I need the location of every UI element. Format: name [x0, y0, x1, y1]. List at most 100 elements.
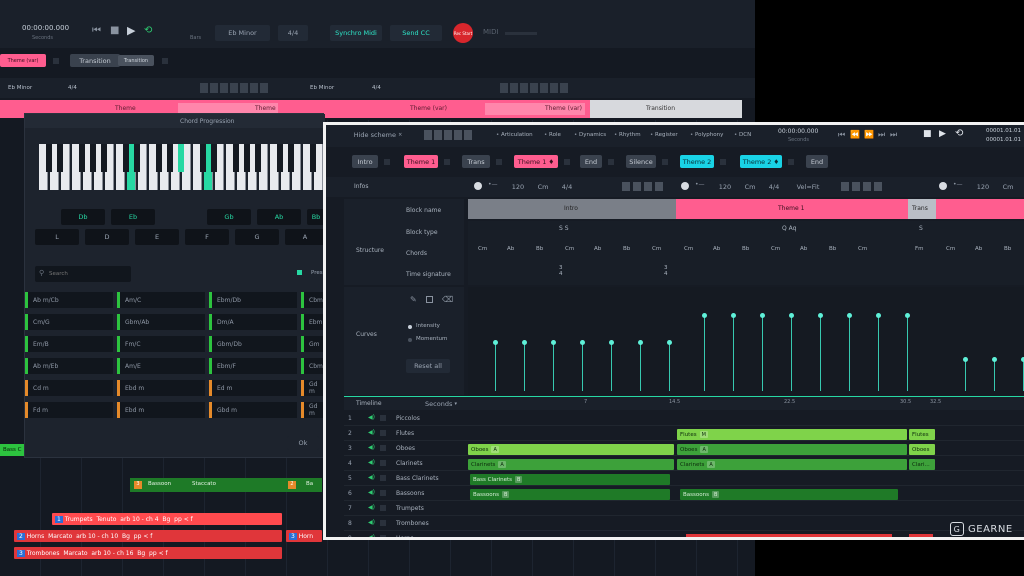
- chord-option[interactable]: Cm/G: [25, 314, 113, 330]
- chord-option[interactable]: Cbm: [301, 358, 325, 374]
- solo-toggle[interactable]: [380, 475, 386, 481]
- bg-tool-icons[interactable]: [200, 83, 270, 93]
- send-cc-button[interactable]: Send CC: [390, 25, 442, 41]
- bg-trumpets-clip[interactable]: 1 Trumpets Tenuto arb 10 - ch 4 Bg pp < …: [52, 513, 282, 525]
- chord-option[interactable]: Cbm: [301, 292, 325, 308]
- clip-oboes-trans[interactable]: Oboes: [909, 444, 935, 455]
- top-chord-eb[interactable]: Eb: [111, 209, 155, 225]
- bg-meter-1[interactable]: 4/4: [68, 85, 77, 91]
- chord-cell[interactable]: Ab: [713, 246, 720, 252]
- chord-option[interactable]: Gd m: [301, 380, 325, 396]
- menu-item[interactable]: • Register: [650, 132, 678, 138]
- param-tool-icons[interactable]: [622, 182, 666, 191]
- time-sig-2[interactable]: 3 4: [664, 265, 668, 277]
- chord-cell[interactable]: Cm: [478, 246, 487, 252]
- clip-clarinets-intro[interactable]: Clarinets A: [468, 459, 674, 470]
- chord-cell[interactable]: Bb: [536, 246, 543, 252]
- chord-option[interactable]: Fm/C: [117, 336, 205, 352]
- menu-item[interactable]: • Articulation: [496, 132, 533, 138]
- solo-toggle[interactable]: [380, 505, 386, 511]
- block-next[interactable]: [936, 199, 1024, 219]
- black-key[interactable]: [101, 144, 107, 172]
- solo-toggle[interactable]: [380, 535, 386, 537]
- clip-flutes-theme[interactable]: Flutes M: [677, 429, 907, 440]
- block-theme1[interactable]: Theme 1: [676, 199, 908, 219]
- tab-separator-handle[interactable]: [564, 159, 570, 165]
- black-key[interactable]: [200, 144, 206, 172]
- chord-option[interactable]: Ab m/Cb: [25, 292, 113, 308]
- speaker-icon[interactable]: ◀): [368, 505, 375, 511]
- solo-toggle[interactable]: [380, 430, 386, 436]
- chord-option[interactable]: Em/B: [25, 336, 113, 352]
- tab-separator-handle[interactable]: [720, 159, 726, 165]
- chord-option[interactable]: Gbd m: [209, 402, 297, 418]
- param-key[interactable]: Cm: [1001, 181, 1015, 192]
- reset-all-button[interactable]: Reset all: [406, 359, 450, 373]
- tab-separator-handle[interactable]: [788, 159, 794, 165]
- letter-d[interactable]: D: [85, 229, 129, 245]
- swing-icon[interactable]: •—: [953, 181, 963, 188]
- chord-cell[interactable]: Bb: [623, 246, 630, 252]
- bg-section-theme-var[interactable]: Theme (var): [410, 105, 447, 112]
- block-tab[interactable]: Intro: [352, 155, 378, 168]
- chord-search-input[interactable]: [49, 268, 127, 280]
- solo-toggle[interactable]: [380, 520, 386, 526]
- next-icon[interactable]: ⏭: [878, 130, 885, 140]
- param-key[interactable]: Cm: [536, 181, 550, 192]
- chord-option[interactable]: Gbm/Db: [209, 336, 297, 352]
- param-key[interactable]: Cm: [743, 181, 757, 192]
- intensity-point[interactable]: [876, 313, 881, 319]
- tab-separator-handle[interactable]: [496, 159, 502, 165]
- select-icon[interactable]: [426, 296, 433, 303]
- block-type-theme1[interactable]: Q Aq: [782, 225, 796, 232]
- skip-back-icon[interactable]: ⏮: [92, 25, 101, 36]
- block-tab[interactable]: End: [580, 155, 602, 168]
- speaker-icon[interactable]: ◀): [368, 490, 375, 496]
- dialog-ok-button[interactable]: Ok: [287, 436, 319, 450]
- chord-option[interactable]: Am/E: [117, 358, 205, 374]
- chord-cell[interactable]: Ab: [507, 246, 514, 252]
- chord-search[interactable]: ⚲: [35, 266, 131, 282]
- loop-icon[interactable]: ⟲: [144, 25, 152, 36]
- speaker-icon[interactable]: ◀): [368, 460, 375, 466]
- speaker-icon[interactable]: ◀): [368, 535, 375, 538]
- chord-option[interactable]: Gm: [301, 336, 325, 352]
- letter-f[interactable]: F: [185, 229, 229, 245]
- tab-separator-handle[interactable]: [662, 159, 668, 165]
- chord-cell[interactable]: Bb: [1004, 246, 1011, 252]
- chord-option[interactable]: Ab m/Eb: [25, 358, 113, 374]
- chord-option[interactable]: Ebm: [301, 314, 325, 330]
- black-key[interactable]: [244, 144, 250, 172]
- bg-trombones-clip[interactable]: 3 Trombones Marcato arb 10 - ch 16 Bg pp…: [14, 547, 282, 559]
- end-icon[interactable]: ⏭: [890, 130, 897, 140]
- bg-key-1[interactable]: Eb Minor: [8, 85, 32, 91]
- letter-a[interactable]: A: [285, 229, 325, 245]
- param-tool-icons[interactable]: [841, 182, 885, 191]
- block-type-trans[interactable]: S: [919, 225, 923, 232]
- track-row[interactable]: [344, 471, 1024, 486]
- black-key[interactable]: [46, 144, 52, 172]
- param-tempo[interactable]: 120: [975, 181, 991, 192]
- record-dot-icon[interactable]: [681, 182, 689, 190]
- rewind-icon[interactable]: ⏪: [850, 130, 860, 139]
- record-dot-icon[interactable]: [474, 182, 482, 190]
- intensity-point[interactable]: [847, 313, 852, 319]
- loop-icon[interactable]: ⟲: [955, 128, 963, 139]
- black-key[interactable]: [178, 144, 184, 172]
- chord-option[interactable]: Gbm/Ab: [117, 314, 205, 330]
- chord-cell[interactable]: Ab: [975, 246, 982, 252]
- speaker-icon[interactable]: ◀): [368, 415, 375, 421]
- chord-cell[interactable]: Fm: [915, 246, 924, 252]
- intensity-radio[interactable]: [408, 325, 412, 329]
- intensity-point[interactable]: [609, 340, 614, 346]
- black-key[interactable]: [79, 144, 85, 172]
- bg-section-theme-2[interactable]: Theme: [255, 105, 276, 112]
- clip-bass-clarinets[interactable]: Bass Clarinets B: [470, 474, 670, 485]
- momentum-option[interactable]: Momentum: [416, 336, 447, 342]
- record-dot-icon[interactable]: [939, 182, 947, 190]
- chord-option[interactable]: Dm/A: [209, 314, 297, 330]
- bg-horn-clip-2[interactable]: 3 Horn: [286, 530, 322, 542]
- block-trans[interactable]: Trans: [908, 199, 936, 219]
- letter-e[interactable]: E: [135, 229, 179, 245]
- letter-g[interactable]: G: [235, 229, 279, 245]
